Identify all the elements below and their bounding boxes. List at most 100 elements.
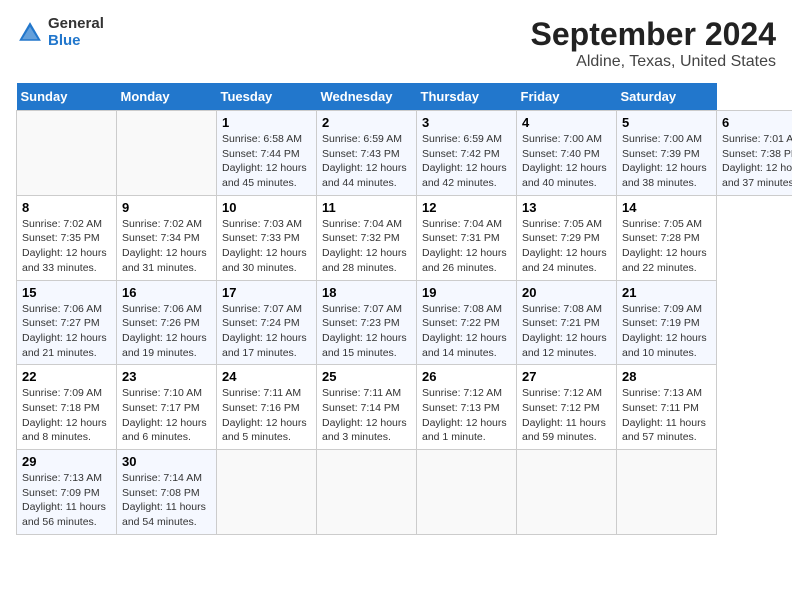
header-wednesday: Wednesday	[317, 83, 417, 111]
logo-general: General	[48, 16, 104, 33]
day-detail: Sunrise: 7:09 AMSunset: 7:18 PMDaylight:…	[22, 387, 107, 443]
calendar-cell: 6 Sunrise: 7:01 AMSunset: 7:38 PMDayligh…	[717, 111, 792, 196]
day-number: 11	[322, 200, 411, 215]
calendar-cell: 17 Sunrise: 7:07 AMSunset: 7:24 PMDaylig…	[217, 280, 317, 365]
calendar-cell: 20 Sunrise: 7:08 AMSunset: 7:21 PMDaylig…	[517, 280, 617, 365]
calendar-cell: 28 Sunrise: 7:13 AMSunset: 7:11 PMDaylig…	[617, 365, 717, 450]
calendar-header-row: SundayMondayTuesdayWednesdayThursdayFrid…	[17, 83, 792, 111]
day-number: 30	[122, 454, 211, 469]
day-number: 24	[222, 369, 311, 384]
day-detail: Sunrise: 6:59 AMSunset: 7:43 PMDaylight:…	[322, 133, 407, 189]
day-detail: Sunrise: 7:02 AMSunset: 7:35 PMDaylight:…	[22, 218, 107, 274]
day-detail: Sunrise: 7:00 AMSunset: 7:40 PMDaylight:…	[522, 133, 607, 189]
day-detail: Sunrise: 7:07 AMSunset: 7:24 PMDaylight:…	[222, 303, 307, 359]
header-thursday: Thursday	[417, 83, 517, 111]
calendar-cell: 27 Sunrise: 7:12 AMSunset: 7:12 PMDaylig…	[517, 365, 617, 450]
day-number: 15	[22, 285, 111, 300]
day-number: 19	[422, 285, 511, 300]
header-friday: Friday	[517, 83, 617, 111]
day-number: 12	[422, 200, 511, 215]
day-detail: Sunrise: 7:05 AMSunset: 7:28 PMDaylight:…	[622, 218, 707, 274]
calendar-cell: 30 Sunrise: 7:14 AMSunset: 7:08 PMDaylig…	[117, 450, 217, 535]
day-detail: Sunrise: 6:59 AMSunset: 7:42 PMDaylight:…	[422, 133, 507, 189]
calendar-cell: 23 Sunrise: 7:10 AMSunset: 7:17 PMDaylig…	[117, 365, 217, 450]
calendar-cell: 11 Sunrise: 7:04 AMSunset: 7:32 PMDaylig…	[317, 195, 417, 280]
calendar-cell: 10 Sunrise: 7:03 AMSunset: 7:33 PMDaylig…	[217, 195, 317, 280]
day-number: 13	[522, 200, 611, 215]
calendar-cell	[517, 450, 617, 535]
day-number: 8	[22, 200, 111, 215]
calendar-cell	[317, 450, 417, 535]
calendar-week-row: 1 Sunrise: 6:58 AMSunset: 7:44 PMDayligh…	[17, 111, 792, 196]
day-detail: Sunrise: 7:02 AMSunset: 7:34 PMDaylight:…	[122, 218, 207, 274]
calendar-week-row: 29 Sunrise: 7:13 AMSunset: 7:09 PMDaylig…	[17, 450, 792, 535]
calendar-cell	[417, 450, 517, 535]
day-number: 9	[122, 200, 211, 215]
day-detail: Sunrise: 7:04 AMSunset: 7:32 PMDaylight:…	[322, 218, 407, 274]
day-number: 1	[222, 115, 311, 130]
calendar-cell	[117, 111, 217, 196]
day-number: 26	[422, 369, 511, 384]
day-number: 3	[422, 115, 511, 130]
calendar-cell: 1 Sunrise: 6:58 AMSunset: 7:44 PMDayligh…	[217, 111, 317, 196]
day-detail: Sunrise: 7:09 AMSunset: 7:19 PMDaylight:…	[622, 303, 707, 359]
day-detail: Sunrise: 7:14 AMSunset: 7:08 PMDaylight:…	[122, 472, 206, 528]
day-number: 14	[622, 200, 711, 215]
calendar-cell: 25 Sunrise: 7:11 AMSunset: 7:14 PMDaylig…	[317, 365, 417, 450]
day-detail: Sunrise: 7:03 AMSunset: 7:33 PMDaylight:…	[222, 218, 307, 274]
calendar-cell: 8 Sunrise: 7:02 AMSunset: 7:35 PMDayligh…	[17, 195, 117, 280]
header-saturday: Saturday	[617, 83, 717, 111]
day-number: 20	[522, 285, 611, 300]
page-title: September 2024	[531, 16, 776, 53]
header-tuesday: Tuesday	[217, 83, 317, 111]
day-number: 28	[622, 369, 711, 384]
calendar-cell	[617, 450, 717, 535]
day-detail: Sunrise: 7:07 AMSunset: 7:23 PMDaylight:…	[322, 303, 407, 359]
day-detail: Sunrise: 7:01 AMSunset: 7:38 PMDaylight:…	[722, 133, 792, 189]
day-detail: Sunrise: 7:11 AMSunset: 7:14 PMDaylight:…	[322, 387, 407, 443]
day-detail: Sunrise: 7:12 AMSunset: 7:13 PMDaylight:…	[422, 387, 507, 443]
calendar-cell: 4 Sunrise: 7:00 AMSunset: 7:40 PMDayligh…	[517, 111, 617, 196]
day-detail: Sunrise: 7:05 AMSunset: 7:29 PMDaylight:…	[522, 218, 607, 274]
page-header: General Blue September 2024 Aldine, Texa…	[16, 16, 776, 71]
calendar-cell: 12 Sunrise: 7:04 AMSunset: 7:31 PMDaylig…	[417, 195, 517, 280]
day-number: 18	[322, 285, 411, 300]
calendar-cell	[217, 450, 317, 535]
day-detail: Sunrise: 7:08 AMSunset: 7:21 PMDaylight:…	[522, 303, 607, 359]
calendar-cell: 24 Sunrise: 7:11 AMSunset: 7:16 PMDaylig…	[217, 365, 317, 450]
header-sunday: Sunday	[17, 83, 117, 111]
calendar-table: SundayMondayTuesdayWednesdayThursdayFrid…	[16, 83, 792, 535]
page-subtitle: Aldine, Texas, United States	[531, 53, 776, 71]
day-detail: Sunrise: 7:04 AMSunset: 7:31 PMDaylight:…	[422, 218, 507, 274]
calendar-week-row: 15 Sunrise: 7:06 AMSunset: 7:27 PMDaylig…	[17, 280, 792, 365]
day-detail: Sunrise: 7:06 AMSunset: 7:27 PMDaylight:…	[22, 303, 107, 359]
day-detail: Sunrise: 7:13 AMSunset: 7:09 PMDaylight:…	[22, 472, 106, 528]
day-number: 4	[522, 115, 611, 130]
day-number: 27	[522, 369, 611, 384]
calendar-cell: 14 Sunrise: 7:05 AMSunset: 7:28 PMDaylig…	[617, 195, 717, 280]
calendar-cell: 5 Sunrise: 7:00 AMSunset: 7:39 PMDayligh…	[617, 111, 717, 196]
calendar-week-row: 22 Sunrise: 7:09 AMSunset: 7:18 PMDaylig…	[17, 365, 792, 450]
logo: General Blue	[16, 16, 104, 49]
day-detail: Sunrise: 7:10 AMSunset: 7:17 PMDaylight:…	[122, 387, 207, 443]
day-number: 16	[122, 285, 211, 300]
logo-blue: Blue	[48, 33, 104, 50]
calendar-cell: 13 Sunrise: 7:05 AMSunset: 7:29 PMDaylig…	[517, 195, 617, 280]
day-detail: Sunrise: 7:11 AMSunset: 7:16 PMDaylight:…	[222, 387, 307, 443]
calendar-cell: 9 Sunrise: 7:02 AMSunset: 7:34 PMDayligh…	[117, 195, 217, 280]
day-number: 2	[322, 115, 411, 130]
day-number: 23	[122, 369, 211, 384]
day-number: 22	[22, 369, 111, 384]
day-number: 10	[222, 200, 311, 215]
calendar-cell: 18 Sunrise: 7:07 AMSunset: 7:23 PMDaylig…	[317, 280, 417, 365]
day-number: 21	[622, 285, 711, 300]
calendar-cell: 16 Sunrise: 7:06 AMSunset: 7:26 PMDaylig…	[117, 280, 217, 365]
day-number: 17	[222, 285, 311, 300]
calendar-cell: 2 Sunrise: 6:59 AMSunset: 7:43 PMDayligh…	[317, 111, 417, 196]
day-detail: Sunrise: 7:08 AMSunset: 7:22 PMDaylight:…	[422, 303, 507, 359]
day-number: 29	[22, 454, 111, 469]
calendar-week-row: 8 Sunrise: 7:02 AMSunset: 7:35 PMDayligh…	[17, 195, 792, 280]
header-monday: Monday	[117, 83, 217, 111]
calendar-cell: 29 Sunrise: 7:13 AMSunset: 7:09 PMDaylig…	[17, 450, 117, 535]
calendar-cell: 26 Sunrise: 7:12 AMSunset: 7:13 PMDaylig…	[417, 365, 517, 450]
